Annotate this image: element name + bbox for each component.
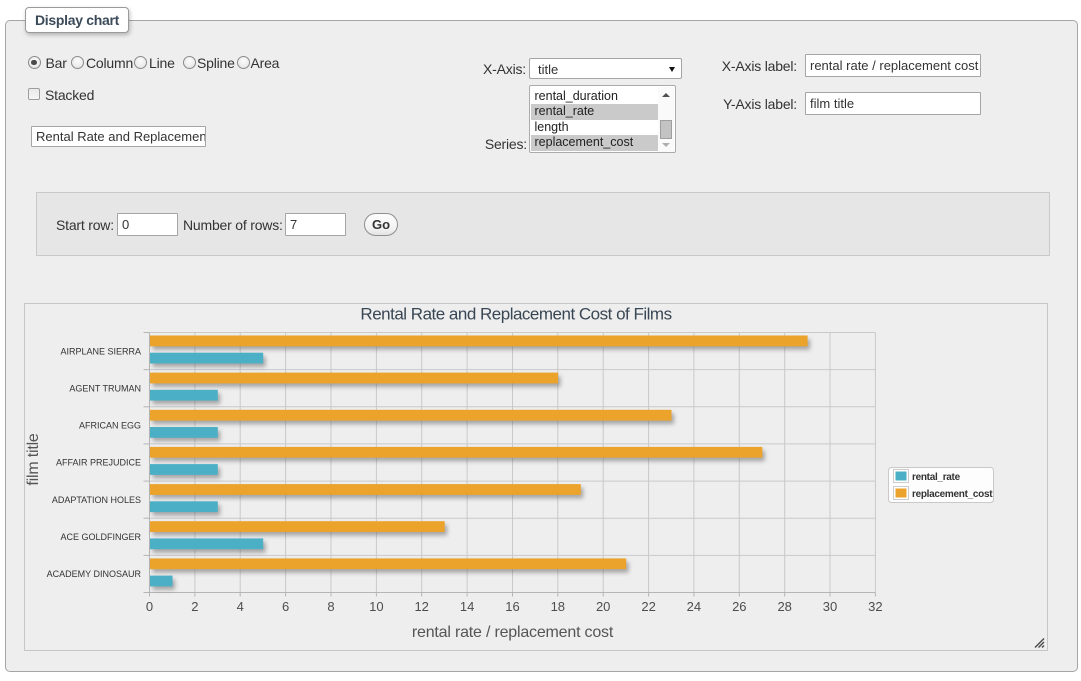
svg-text:rental rate / replacement cost: rental rate / replacement cost	[412, 624, 614, 641]
svg-text:ACADEMY DINOSAUR: ACADEMY DINOSAUR	[47, 569, 142, 579]
svg-text:24: 24	[687, 599, 701, 614]
svg-text:28: 28	[777, 599, 791, 614]
svg-text:18: 18	[551, 599, 565, 614]
svg-text:4: 4	[237, 599, 244, 614]
svg-text:32: 32	[868, 599, 882, 614]
svg-text:rental_rate: rental_rate	[912, 472, 961, 483]
svg-text:AFFAIR PREJUDICE: AFFAIR PREJUDICE	[56, 458, 141, 468]
svg-text:14: 14	[460, 599, 474, 614]
svg-text:2: 2	[191, 599, 198, 614]
svg-text:ACE GOLDFINGER: ACE GOLDFINGER	[60, 532, 141, 542]
svg-text:16: 16	[505, 599, 519, 614]
svg-text:20: 20	[596, 599, 610, 614]
svg-text:12: 12	[414, 599, 428, 614]
svg-text:30: 30	[823, 599, 837, 614]
svg-text:ADAPTATION HOLES: ADAPTATION HOLES	[52, 495, 141, 505]
svg-text:AGENT TRUMAN: AGENT TRUMAN	[69, 383, 141, 393]
svg-text:Rental Rate and Replacement Co: Rental Rate and Replacement Cost of Film…	[360, 305, 671, 324]
svg-text:6: 6	[282, 599, 289, 614]
svg-text:AFRICAN EGG: AFRICAN EGG	[79, 421, 141, 431]
svg-text:replacement_cost: replacement_cost	[912, 489, 993, 500]
svg-text:AIRPLANE SIERRA: AIRPLANE SIERRA	[60, 346, 141, 356]
svg-text:22: 22	[641, 599, 655, 614]
svg-text:26: 26	[732, 599, 746, 614]
svg-text:0: 0	[146, 599, 153, 614]
svg-text:10: 10	[369, 599, 383, 614]
svg-text:8: 8	[327, 599, 334, 614]
svg-text:film title: film title	[25, 433, 42, 486]
